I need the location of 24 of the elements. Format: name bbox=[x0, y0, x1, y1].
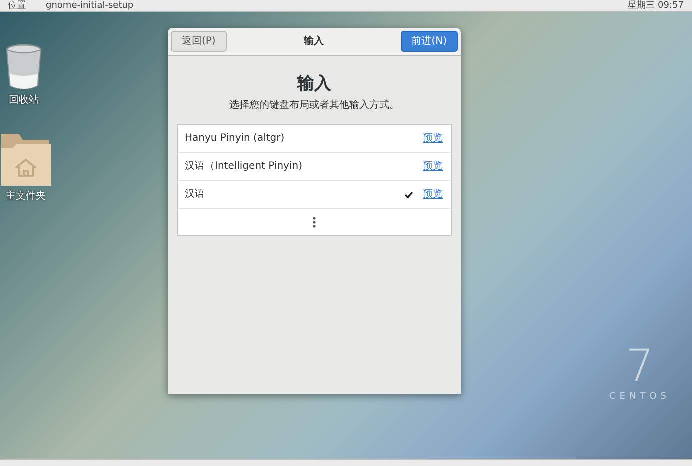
logo-name: CENTOS bbox=[610, 393, 670, 402]
app-menu[interactable]: gnome-initial-setup bbox=[46, 0, 134, 10]
input-source-row[interactable]: 汉语（Intelligent Pinyin) 预览 bbox=[178, 153, 451, 182]
next-button[interactable]: 前进(N) bbox=[400, 31, 458, 52]
preview-link[interactable]: 预览 bbox=[423, 159, 443, 174]
input-source-name: Hanyu Pinyin (altgr) bbox=[185, 132, 285, 146]
input-source-name: 汉语 bbox=[185, 188, 205, 202]
desktop-icon-label[interactable]: 回收站 bbox=[9, 96, 39, 106]
preview-link[interactable]: 预览 bbox=[423, 187, 443, 202]
preview-link[interactable]: 预览 bbox=[423, 131, 443, 146]
more-icon[interactable] bbox=[313, 216, 316, 228]
input-source-name: 汉语（Intelligent Pinyin) bbox=[185, 160, 302, 174]
logo-number: 7 bbox=[626, 345, 654, 389]
home-folder-icon bbox=[1, 134, 51, 188]
page-subtitle: 选择您的键盘布局或者其他输入方式。 bbox=[230, 98, 400, 114]
dialog-title: 输入 bbox=[302, 34, 325, 49]
trash-can-icon bbox=[5, 44, 43, 92]
desktop-icon-label[interactable]: 主文件夹 bbox=[6, 192, 46, 202]
clock[interactable]: 星期三 09:57 bbox=[628, 0, 684, 10]
back-button[interactable]: 返回(P) bbox=[171, 31, 227, 52]
input-source-row[interactable]: Hanyu Pinyin (altgr) 预览 bbox=[178, 125, 451, 154]
page-heading: 输入 bbox=[298, 74, 332, 96]
input-source-row[interactable]: 汉语 预览 bbox=[178, 181, 451, 210]
places-menu[interactable]: 位置 bbox=[8, 0, 26, 10]
